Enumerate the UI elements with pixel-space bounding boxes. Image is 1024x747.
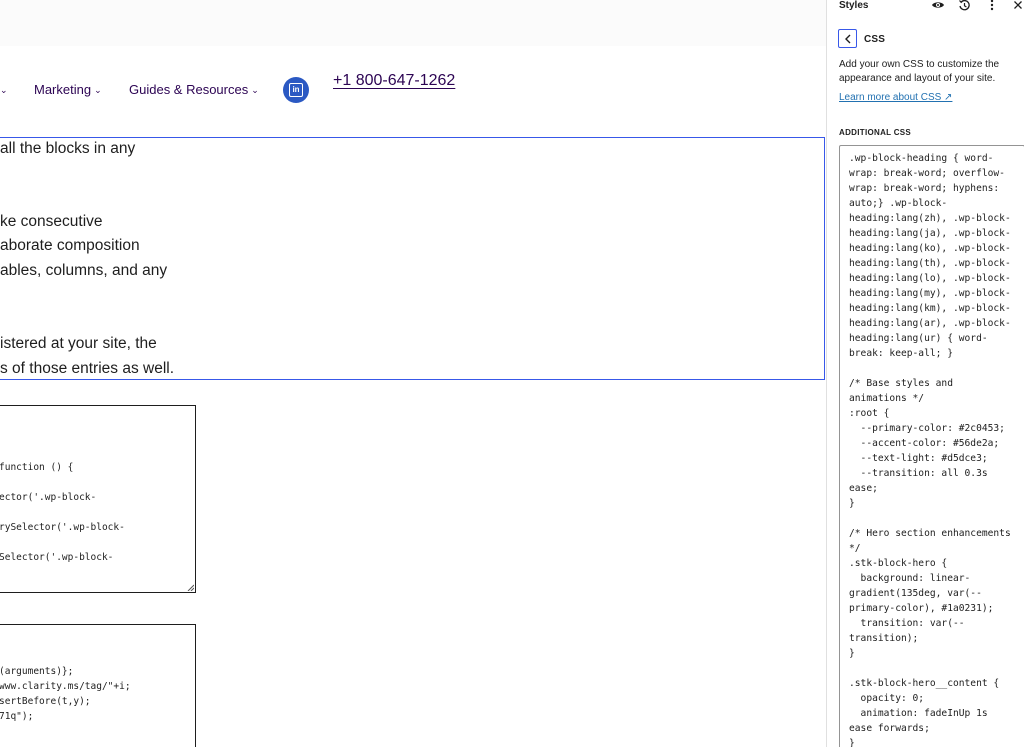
paragraph-line: istered at your site, the — [0, 335, 157, 352]
css-code-line: opacity: 0; — [849, 693, 925, 704]
css-code-line: } — [849, 498, 855, 509]
css-code-line: heading:lang(ko), .wp-block- — [849, 243, 1011, 254]
css-code-line: break: keep-all; } — [849, 348, 953, 359]
chevron-down-icon: ⌄ — [251, 85, 259, 95]
css-code-line: gradient(135deg, var(-- — [849, 588, 982, 599]
chevron-down-icon: ⌄ — [0, 85, 8, 95]
css-code-line: heading:lang(ja), .wp-block- — [849, 228, 1011, 239]
css-code-line: animation: fadeInUp 1s — [849, 708, 988, 719]
css-code-line: :root { — [849, 408, 890, 419]
sidebar-title: Styles — [839, 0, 869, 11]
nav-item-label: Marketing — [34, 82, 92, 97]
css-code-line: animations */ — [849, 393, 925, 404]
css-code-line: .stk-block-hero__content { — [849, 678, 1000, 689]
css-code-line: /* Base styles and — [849, 378, 953, 389]
revisions-icon[interactable] — [956, 0, 972, 12]
css-code-line: transition); — [849, 633, 919, 644]
additional-css-textarea[interactable]: .wp-block-heading { word-wrap: break-wor… — [839, 145, 1024, 747]
css-code-line: } — [849, 648, 855, 659]
linkedin-icon[interactable]: in — [283, 77, 309, 103]
css-code-line: wrap: break-word; hyphens: — [849, 183, 1000, 194]
back-button[interactable] — [838, 29, 857, 48]
css-code-line: /* Hero section enhancements — [849, 528, 1011, 539]
styles-sidebar: Styles CSS Add your own CSS to customize… — [826, 0, 1024, 747]
css-code-line: --text-light: #d5dce3; — [849, 453, 988, 464]
canvas-top-strip — [0, 0, 826, 46]
css-code-line: --accent-color: #56de2a; — [849, 438, 1000, 449]
paragraph-line: aborate composition — [0, 237, 140, 254]
css-code-line: --transition: all 0.3s — [849, 468, 988, 479]
chevron-down-icon: ⌄ — [94, 85, 102, 95]
css-code-line: .wp-block-heading { word- — [849, 153, 994, 164]
additional-css-label: ADDITIONAL CSS — [839, 128, 912, 137]
panel-description: Add your own CSS to customize the appear… — [839, 59, 1000, 84]
eye-icon[interactable] — [930, 0, 946, 12]
css-code-line: auto;} .wp-block- — [849, 198, 948, 209]
learn-more-link[interactable]: Learn more about CSS ↗ — [839, 92, 952, 103]
css-code-line: ease forwards; — [849, 723, 930, 734]
css-code-line: */ — [849, 543, 861, 554]
code-line: sertBefore(t,y); — [0, 696, 91, 707]
more-options-icon[interactable] — [984, 0, 1000, 12]
code-line: www.clarity.ms/tag/"+i; — [0, 681, 131, 692]
panel-heading: CSS — [864, 34, 886, 45]
css-code-line: heading:lang(th), .wp-block- — [849, 258, 1011, 269]
css-code-line: heading:lang(ur) { word- — [849, 333, 988, 344]
code-line: (arguments)}; — [0, 666, 74, 677]
css-code-line: background: linear- — [849, 573, 971, 584]
code-line: 71q"); — [0, 711, 34, 722]
css-code-line: heading:lang(my), .wp-block- — [849, 288, 1011, 299]
css-code-line: .stk-block-hero { — [849, 558, 948, 569]
code-textarea[interactable]: (arguments)}; www.clarity.ms/tag/"+i; se… — [0, 624, 196, 747]
paragraph-line: ables, columns, and any — [0, 262, 168, 279]
css-code-line: --primary-color: #2c0453; — [849, 423, 1005, 434]
code-line: Selector('.wp-block- — [0, 552, 114, 563]
nav-item-marketing[interactable]: Marketing ⌄ — [34, 82, 102, 97]
paragraph-line: s of those entries as well. — [0, 360, 175, 377]
css-code-line: heading:lang(zh), .wp-block- — [849, 213, 1011, 224]
css-code-line: heading:lang(lo), .wp-block- — [849, 273, 1011, 284]
css-code-line: wrap: break-word; overflow- — [849, 168, 1005, 179]
resize-handle-icon[interactable] — [187, 584, 194, 591]
css-code-line: heading:lang(km), .wp-block- — [849, 303, 1011, 314]
editor-canvas[interactable]: ⌄ Marketing ⌄ Guides & Resources ⌄ in +1 8… — [0, 0, 826, 747]
css-code-line: heading:lang(ar), .wp-block- — [849, 318, 1011, 329]
css-code-line: primary-color), #1a0231); — [849, 603, 994, 614]
nav-item-guides-resources[interactable]: Guides & Resources ⌄ — [129, 82, 259, 97]
nav-item-cut-off[interactable]: ⌄ — [0, 82, 8, 97]
code-textarea[interactable]: function () { ector('.wp-block- rySelect… — [0, 405, 196, 593]
nav-item-label: Guides & Resources — [129, 82, 249, 97]
paragraph-line: all the blocks in any — [0, 140, 136, 157]
code-line: function () { — [0, 462, 74, 473]
css-code-line: } — [849, 738, 855, 747]
code-line: rySelector('.wp-block- — [0, 522, 125, 533]
phone-number-link[interactable]: +1 800-647-1262 — [333, 72, 455, 90]
close-icon[interactable] — [1010, 0, 1024, 12]
chevron-left-icon — [844, 34, 850, 43]
css-code-line: ease; — [849, 483, 878, 494]
code-line: ector('.wp-block- — [0, 492, 97, 503]
paragraph-line: ke consecutive — [0, 213, 103, 230]
css-code-line: transition: var(-- — [849, 618, 965, 629]
